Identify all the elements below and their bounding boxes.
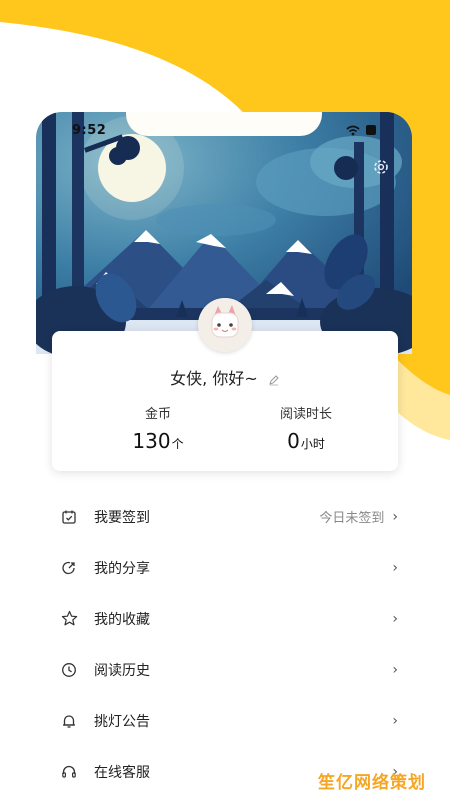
menu-item-favorites[interactable]: 我的收藏 › xyxy=(52,593,402,644)
status-icons xyxy=(346,124,377,136)
battery-icon xyxy=(366,125,376,135)
stat-label: 金币 xyxy=(144,407,171,422)
stat-value: 130个 xyxy=(132,429,184,453)
star-icon xyxy=(60,610,78,628)
stat-value: 0小时 xyxy=(287,429,325,453)
stat-label: 阅读时长 xyxy=(279,407,332,422)
edit-icon[interactable] xyxy=(268,374,280,386)
phone-notch xyxy=(126,112,322,136)
menu-right: › xyxy=(392,560,398,576)
chevron-right-icon: › xyxy=(392,712,398,729)
menu-item-share[interactable]: 我的分享 › xyxy=(52,542,402,593)
stat-coins[interactable]: 金币 130个 xyxy=(98,403,218,453)
menu-right: 今日未签到 › xyxy=(319,507,398,527)
chevron-right-icon: › xyxy=(392,610,398,627)
menu-label: 挑灯公告 xyxy=(94,713,150,730)
menu-label: 我的分享 xyxy=(94,560,150,577)
headset-icon xyxy=(60,763,78,781)
menu-label: 我要签到 xyxy=(94,509,150,526)
greeting-row[interactable]: 女侠, 你好~ xyxy=(52,365,398,389)
settings-icon[interactable] xyxy=(372,158,390,180)
menu-label: 在线客服 xyxy=(94,764,150,781)
avatar[interactable] xyxy=(198,298,252,352)
chevron-right-icon: › xyxy=(392,661,398,678)
greeting-text: 女侠, 你好~ xyxy=(170,369,258,388)
bell-icon xyxy=(60,712,78,730)
watermark: 笙亿网络策划 xyxy=(318,773,426,793)
menu-item-announcements[interactable]: 挑灯公告 › xyxy=(52,695,402,746)
menu-right: › xyxy=(392,713,398,729)
menu-right: › xyxy=(392,611,398,627)
menu-item-history[interactable]: 阅读历史 › xyxy=(52,644,402,695)
wifi-icon xyxy=(346,125,360,135)
stat-reading-time[interactable]: 阅读时长 0小时 xyxy=(246,403,366,453)
menu-right: › xyxy=(392,662,398,678)
menu-label: 我的收藏 xyxy=(94,611,150,628)
share-icon xyxy=(60,559,78,577)
calendar-check-icon xyxy=(60,508,78,526)
clock-icon xyxy=(60,661,78,679)
checkin-status: 今日未签到 xyxy=(319,511,385,526)
menu-list: 我要签到 今日未签到 › 我的分享 › 我的收藏 › 阅读历史 › 挑灯公告 ›… xyxy=(52,491,402,797)
chevron-right-icon: › xyxy=(392,559,398,576)
status-time: 9:52 xyxy=(72,123,107,138)
profile-card: 女侠, 你好~ 金币 130个 阅读时长 0小时 xyxy=(52,331,398,471)
chevron-right-icon: › xyxy=(392,508,398,525)
menu-item-checkin[interactable]: 我要签到 今日未签到 › xyxy=(52,491,402,542)
menu-label: 阅读历史 xyxy=(94,662,150,679)
